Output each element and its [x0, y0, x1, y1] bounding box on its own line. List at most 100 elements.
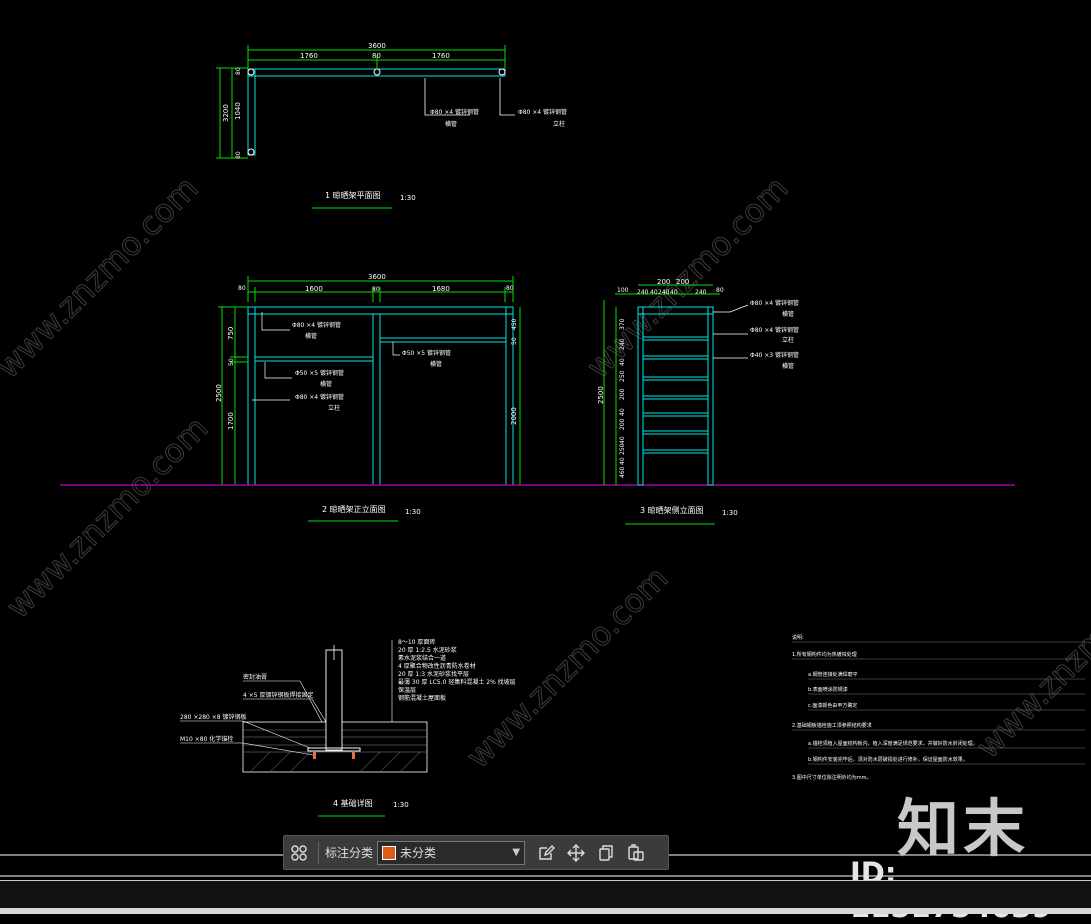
watermark-text-3: www.znzmo.com	[0, 409, 215, 626]
status-bar	[0, 880, 1091, 914]
plan-side-dim-top: 80	[235, 67, 242, 75]
annotation-category-label: 标注分类	[325, 846, 374, 860]
side-scale: 1:30	[722, 509, 738, 517]
detail-layer-3: 素水泥浆结合一道	[398, 654, 446, 662]
plan-note-2: Φ80 ×4 镀锌钢管	[518, 108, 567, 116]
detail-layer-5: 20 厚 1:3 水泥砂浆找平层	[398, 670, 469, 678]
side-note-3-b: 横管	[782, 362, 794, 370]
plan-dim-total: 3600	[368, 42, 386, 50]
front-note-4: Φ80 ×4 镀锌钢管	[295, 393, 344, 401]
move-icon[interactable]	[564, 841, 588, 865]
plan-dim-2: 80	[372, 52, 381, 60]
side-left-dim-3: 40	[619, 358, 626, 366]
side-note-2: Φ80 ×4 镀锌钢管	[750, 326, 799, 334]
copy-icon[interactable]	[594, 841, 618, 865]
front-note-1-b: 横管	[305, 332, 317, 340]
front-note-3-b: 横管	[320, 380, 332, 388]
notes-line-3: b.表面喷涂防锈漆	[808, 686, 848, 693]
plan-scale: 1:30	[400, 194, 416, 202]
plan-note-2-b: 立柱	[553, 120, 565, 128]
detail-left-note-4: M10 ×80 化学锚栓	[180, 735, 233, 743]
front-left-dim-3: 1700	[227, 412, 235, 430]
side-note-1-b: 横管	[782, 310, 794, 318]
watermark-layer: www.znzmo.com www.znzmo.com www.znzmo.co…	[0, 169, 1091, 777]
detail-scale: 1:30	[393, 801, 409, 809]
front-note-3: Φ50 ×5 镀锌钢管	[295, 369, 344, 377]
front-dim-5: 80	[506, 285, 514, 292]
cad-drawing-canvas[interactable]: www.znzmo.com www.znzmo.com www.znzmo.co…	[0, 0, 1091, 913]
plan-title: 1 晾晒架平面图	[325, 190, 381, 200]
side-title: 3 晾晒架侧立面图	[640, 505, 704, 515]
front-scale: 1:30	[405, 508, 421, 516]
detail-left-note-3: 280 ×280 ×8 镀锌钢板	[180, 713, 247, 721]
front-elevation: 3600 80 1600 80 1680 80 2500 750 50 1700…	[215, 273, 521, 522]
front-dim-4: 1680	[432, 285, 450, 293]
plan-side-dim-total: 3200	[222, 104, 230, 122]
side-top-dim-1: 200	[657, 278, 670, 286]
front-right-dim-2: 50	[511, 337, 518, 345]
side-dim-1: 100	[617, 287, 629, 294]
side-note-2-b: 立柱	[782, 336, 794, 344]
watermark-text-5: www.znzmo.com	[969, 549, 1091, 766]
edit-icon[interactable]	[534, 841, 558, 865]
side-left-dim-10: 40	[619, 457, 626, 465]
front-dim-3: 80	[372, 286, 380, 293]
front-note-1: Φ80 ×4 镀锌钢管	[292, 321, 341, 329]
side-left-dim-total: 2500	[597, 386, 605, 404]
paste-icon[interactable]	[624, 841, 648, 865]
side-note-3: Φ40 ×3 镀锌钢管	[750, 351, 799, 359]
detail-layer-1: 8～10 厚面砖	[398, 638, 435, 646]
plan-side-dim-bottom: 80	[235, 151, 242, 159]
front-right-dim-3: 2000	[510, 407, 518, 425]
detail-layer-7: 保温层	[398, 686, 416, 694]
category-select-value: 未分类	[400, 846, 437, 860]
side-left-dim-6: 40	[619, 408, 626, 416]
front-dim-1: 80	[238, 285, 246, 292]
plan-note-1-b: 横管	[445, 120, 457, 128]
side-left-dim-8: 40	[619, 436, 626, 444]
detail-left-note-1: 密封油膏	[243, 673, 267, 681]
detail-layer-4: 4 厚聚合物改性沥青防水卷材	[398, 662, 476, 670]
plan-side-dim-mid: 1040	[234, 102, 242, 120]
notes-line-7: b.钢构件安装完毕后，须对防水层破损处进行修补，保证屋面防水效果。	[808, 756, 968, 763]
front-dim-total: 3600	[368, 273, 386, 281]
front-left-dim-total: 2500	[215, 384, 223, 402]
side-dim-7: 80	[716, 287, 724, 294]
notes-line-6: a.锚栓须植入屋面结构板内，植入深度满足规范要求，并做好防水封闭处理。	[808, 740, 978, 747]
notes-header: 说明:	[792, 634, 804, 641]
front-right-dim-1: 450	[511, 318, 518, 330]
notes-line-1: 1.所有钢构件均为热镀锌处理	[792, 651, 857, 658]
front-dim-2: 1600	[305, 285, 323, 293]
side-left-dim-5: 200	[619, 388, 626, 400]
front-left-dim-2: 50	[228, 358, 235, 366]
status-strip	[0, 908, 1091, 914]
foundation-detail: 8～10 厚面砖 20 厚 1:2.5 水泥砂浆 素水泥浆结合一道 4 厚聚合物…	[180, 638, 516, 817]
detail-layer-8: 钢筋混凝土屋面板	[398, 694, 446, 702]
annotation-category-select[interactable]: 未分类 ▼	[377, 840, 526, 865]
detail-layer-2: 20 厚 1:2.5 水泥砂浆	[398, 646, 457, 654]
watermark-text-4: www.znzmo.com	[459, 559, 676, 776]
side-dim-3: 40	[650, 289, 658, 296]
plan-dim-1: 1760	[300, 52, 318, 60]
notes-line-4: c.面漆颜色由甲方确定	[808, 702, 857, 709]
notes-line-5: 2.基础钢板锚栓施工须参照结构要求	[792, 722, 872, 729]
plan-dim-3: 1760	[432, 52, 450, 60]
detail-layer-6: 最薄 30 厚 LC5.0 轻集料混凝土 2% 找坡层	[398, 678, 516, 686]
annotation-toolbar: 标注分类 未分类 ▼	[283, 835, 669, 870]
notes-line-2: a.钢管连接处满焊磨平	[808, 671, 858, 678]
front-left-dim-1: 750	[227, 327, 235, 340]
grid-select-icon[interactable]	[287, 841, 311, 865]
front-note-2: Φ50 ×5 镀锌钢管	[402, 349, 451, 357]
plan-view: 3600 1760 80 1760 3200 1040 80 80 Φ80 ×4…	[216, 42, 567, 209]
side-left-dim-9: 250	[619, 443, 626, 455]
watermark-text-1: www.znzmo.com	[0, 169, 205, 386]
side-dim-6: 240	[695, 289, 707, 296]
toolbar-separator	[318, 841, 319, 864]
front-note-2-b: 横管	[430, 360, 442, 368]
detail-title: 4 基础详图	[333, 798, 373, 808]
side-left-dim-1: 370	[619, 318, 626, 330]
category-color-swatch	[382, 845, 397, 860]
side-dim-4: 240	[658, 289, 670, 296]
side-left-dim-4: 250	[619, 370, 626, 382]
side-dim-2: 240	[637, 289, 649, 296]
